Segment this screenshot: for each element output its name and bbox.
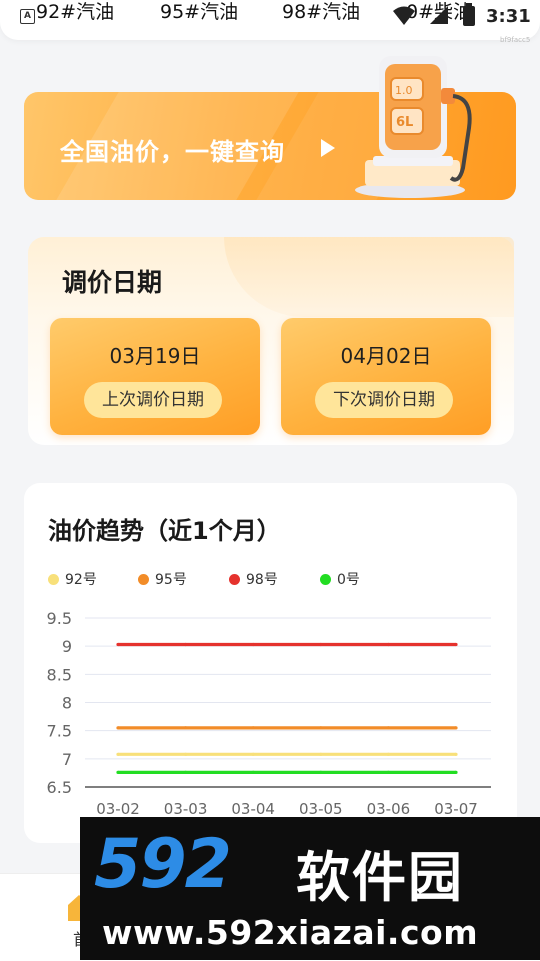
signal-icon [430,6,448,24]
data-point [386,642,390,647]
x-tick-label: 03-06 [367,800,411,818]
y-tick-label: 9.5 [47,609,72,628]
data-point [386,770,390,774]
device-id-label: bf9facc5 [500,36,531,44]
data-point [116,642,120,647]
data-point [454,642,458,647]
last-adjust-date-box: 03月19日 上次调价日期 [50,318,260,435]
data-point [454,752,458,756]
data-point [116,752,120,756]
y-tick-label: 6.5 [47,778,72,797]
data-point [251,642,255,647]
play-arrow-icon [321,139,335,157]
site-watermark: 592 软件园 www.592xiazai.com [80,817,540,960]
app-badge-icon: A [20,9,35,24]
data-point [184,770,188,774]
y-tick-label: 7 [62,750,72,769]
y-tick-label: 9 [62,637,72,656]
tab-98-gasoline[interactable]: 98#汽油 [282,0,360,24]
data-point [184,642,188,647]
tab-95-gasoline[interactable]: 95#汽油 [160,0,238,24]
watermark-url: www.592xiazai.com [102,913,479,952]
adjust-date-title: 调价日期 [62,268,163,297]
next-adjust-label: 下次调价日期 [315,382,453,418]
data-point [454,726,458,730]
next-adjust-date-box: 04月02日 下次调价日期 [281,318,491,435]
wifi-icon [393,6,415,25]
price-trend-chart: 9.5 9 8.5 8 7.5 7 6.5 03-02 03-03 03-04 03-05 03-06… [47,609,491,818]
data-point [319,752,323,756]
price-trend-card: 油价趋势（近1个月） 92号 95号 98号 0号 9.5 9 8.5 8 7.5 7 6.… [24,483,517,843]
y-tick-label: 8 [62,694,72,713]
last-adjust-label: 上次调价日期 [84,382,222,418]
data-point [184,752,188,756]
card-decoration [224,237,514,317]
y-tick-label: 8.5 [47,665,72,684]
x-tick-label: 03-04 [231,800,275,818]
data-point [386,752,390,756]
oil-type-tab-bar: A 92#汽油 95#汽油 98#汽油 0#柴油 3:31 bf9facc5 [0,0,540,44]
last-adjust-date: 03月19日 [109,344,201,368]
data-point [319,726,323,730]
data-point [251,752,255,756]
x-tick-label: 03-05 [299,800,343,818]
data-point [184,726,188,730]
x-tick-label: 03-07 [434,800,478,818]
data-point [116,770,120,774]
data-point [251,726,255,730]
battery-icon [463,3,475,26]
data-point [386,726,390,730]
banner-title: 全国油价，一键查询 [60,138,285,166]
status-time: 3:31 [486,6,531,27]
data-point [116,726,120,730]
svg-text:6L: 6L [396,115,413,130]
tab-92-gasoline[interactable]: 92#汽油 [36,0,114,24]
fuel-pump-icon: 1.0 6L [355,56,472,198]
data-point [251,770,255,774]
y-tick-label: 7.5 [47,722,72,741]
data-point [319,770,323,774]
svg-text:1.0: 1.0 [395,84,413,97]
data-point [454,770,458,774]
watermark-numbers: 592 [94,825,232,904]
price-adjust-date-card: 调价日期 03月19日 上次调价日期 04月02日 下次调价日期 [28,237,514,445]
x-tick-label: 03-02 [96,800,140,818]
next-adjust-date: 04月02日 [340,344,432,368]
watermark-brand: 软件园 [296,846,464,909]
data-point [319,642,323,647]
x-tick-label: 03-03 [164,800,208,818]
